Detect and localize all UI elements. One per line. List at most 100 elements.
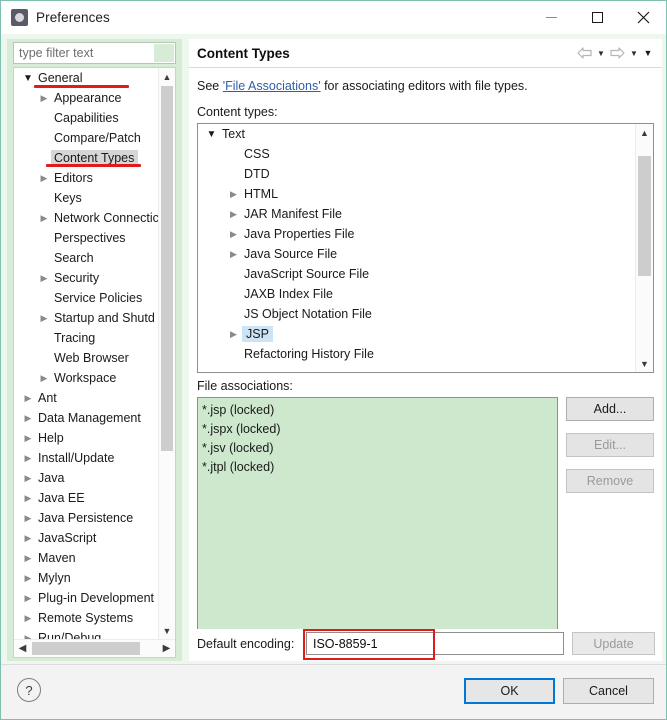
chevron-right-icon[interactable]: ▶ bbox=[20, 513, 36, 524]
filter-input[interactable]: type filter text bbox=[13, 42, 176, 64]
preferences-tree[interactable]: ▼ General ▶ Appearance Capabilities Compare/P… bbox=[13, 67, 176, 658]
sidebar-item-ant[interactable]: ▶ Ant bbox=[14, 388, 159, 408]
file-association-item[interactable]: *.jtpl (locked) bbox=[202, 458, 557, 477]
sidebar-item-capabilities[interactable]: Capabilities bbox=[14, 108, 159, 128]
chevron-right-icon[interactable]: ▶ bbox=[36, 313, 52, 324]
sidebar-horizontal-scrollbar[interactable]: ◀ ▶ bbox=[14, 639, 175, 657]
sidebar-item-plug-in-development[interactable]: ▶ Plug-in Development bbox=[14, 588, 159, 608]
forward-arrow-icon[interactable] bbox=[609, 44, 626, 62]
scroll-down-icon[interactable]: ▼ bbox=[636, 355, 653, 372]
sidebar-item-network-connectic[interactable]: ▶ Network Connectic bbox=[14, 208, 159, 228]
chevron-right-icon[interactable]: ▶ bbox=[20, 453, 36, 464]
hscrollbar-thumb[interactable] bbox=[32, 642, 140, 655]
chevron-right-icon[interactable]: ▶ bbox=[225, 209, 242, 220]
content-type-row[interactable]: DTD bbox=[198, 164, 636, 184]
chevron-right-icon[interactable]: ▶ bbox=[20, 533, 36, 544]
sidebar-item-install-update[interactable]: ▶ Install/Update bbox=[14, 448, 159, 468]
sidebar-item-tracing[interactable]: Tracing bbox=[14, 328, 159, 348]
sidebar-item-search[interactable]: Search bbox=[14, 248, 159, 268]
chevron-right-icon[interactable]: ▶ bbox=[36, 273, 52, 284]
content-type-row[interactable]: JAXB Index File bbox=[198, 284, 636, 304]
sidebar-item-perspectives[interactable]: Perspectives bbox=[14, 228, 159, 248]
sidebar-item-web-browser[interactable]: Web Browser bbox=[14, 348, 159, 368]
content-type-row[interactable]: Refactoring History File bbox=[198, 344, 636, 364]
content-types-scrollbar[interactable]: ▲ ▼ bbox=[635, 124, 653, 372]
close-button[interactable] bbox=[620, 1, 666, 34]
scroll-up-icon[interactable]: ▲ bbox=[636, 124, 653, 141]
scrollbar-thumb[interactable] bbox=[638, 156, 651, 276]
back-arrow-icon[interactable] bbox=[576, 44, 593, 62]
sidebar-item-help[interactable]: ▶ Help bbox=[14, 428, 159, 448]
sidebar-item-general[interactable]: ▼ General bbox=[14, 68, 159, 88]
ok-button[interactable]: OK bbox=[464, 678, 555, 704]
minimize-button[interactable] bbox=[528, 1, 574, 34]
sidebar-item-run-debug[interactable]: ▶ Run/Debug bbox=[14, 628, 159, 639]
file-association-item[interactable]: *.jsp (locked) bbox=[202, 401, 557, 420]
file-association-item[interactable]: *.jsv (locked) bbox=[202, 439, 557, 458]
sidebar-item-content-types[interactable]: Content Types bbox=[14, 148, 159, 168]
chevron-right-icon[interactable]: ▶ bbox=[20, 473, 36, 484]
content-type-row[interactable]: JS Object Notation File bbox=[198, 304, 636, 324]
content-type-row[interactable]: CSS bbox=[198, 144, 636, 164]
question-mark-icon[interactable]: ? bbox=[17, 678, 41, 702]
content-type-row[interactable]: JavaScript Source File bbox=[198, 264, 636, 284]
chevron-right-icon[interactable]: ▶ bbox=[225, 189, 242, 200]
sidebar-item-service-policies[interactable]: Service Policies bbox=[14, 288, 159, 308]
sidebar-item-java-persistence[interactable]: ▶ Java Persistence bbox=[14, 508, 159, 528]
content-type-row[interactable]: ▼ Text bbox=[198, 124, 636, 144]
chevron-right-icon[interactable]: ▶ bbox=[36, 373, 52, 384]
scroll-down-icon[interactable]: ▼ bbox=[159, 622, 175, 639]
content-type-row[interactable]: ▶ Java Source File bbox=[198, 244, 636, 264]
sidebar-item-java-ee[interactable]: ▶ Java EE bbox=[14, 488, 159, 508]
page-menu-chevron-down-icon[interactable]: ▼ bbox=[642, 44, 654, 62]
file-association-item[interactable]: *.jspx (locked) bbox=[202, 420, 557, 439]
sidebar-item-workspace[interactable]: ▶ Workspace bbox=[14, 368, 159, 388]
sidebar-item-remote-systems[interactable]: ▶ Remote Systems bbox=[14, 608, 159, 628]
chevron-right-icon[interactable]: ▶ bbox=[20, 553, 36, 564]
content-type-row[interactable]: ▶ JSP bbox=[198, 324, 636, 344]
file-associations-list[interactable]: *.jsp (locked) *.jspx (locked) *.jsv (lock… bbox=[197, 397, 558, 651]
sidebar-item-javascript[interactable]: ▶ JavaScript bbox=[14, 528, 159, 548]
scroll-up-icon[interactable]: ▲ bbox=[159, 68, 175, 85]
sidebar-item-keys[interactable]: Keys bbox=[14, 188, 159, 208]
filter-clear-icon[interactable] bbox=[154, 44, 174, 62]
content-type-row[interactable]: ▶ JAR Manifest File bbox=[198, 204, 636, 224]
file-associations-link[interactable]: 'File Associations' bbox=[223, 79, 321, 93]
default-encoding-input[interactable]: ISO-8859-1 bbox=[306, 632, 564, 655]
sidebar-item-startup-and-shutd[interactable]: ▶ Startup and Shutd bbox=[14, 308, 159, 328]
scrollbar-thumb[interactable] bbox=[161, 86, 173, 451]
sidebar-item-compare-patch[interactable]: Compare/Patch bbox=[14, 128, 159, 148]
chevron-right-icon[interactable]: ▶ bbox=[20, 613, 36, 624]
add-button[interactable]: Add... bbox=[566, 397, 654, 421]
chevron-right-icon[interactable]: ▶ bbox=[20, 493, 36, 504]
sidebar-item-security[interactable]: ▶ Security bbox=[14, 268, 159, 288]
chevron-right-icon[interactable]: ▶ bbox=[36, 93, 52, 104]
content-type-row[interactable]: ▶ HTML bbox=[198, 184, 636, 204]
chevron-right-icon[interactable]: ▶ bbox=[36, 173, 52, 184]
chevron-right-icon[interactable]: ▶ bbox=[225, 229, 242, 240]
cancel-button[interactable]: Cancel bbox=[563, 678, 654, 704]
scroll-right-icon[interactable]: ▶ bbox=[158, 640, 175, 657]
content-types-tree[interactable]: ▼ Text CSS DTD ▶ HTML ▶ JAR Manifest File ▶ Java … bbox=[197, 123, 654, 373]
content-type-row[interactable]: ▶ Java Properties File bbox=[198, 224, 636, 244]
chevron-down-icon[interactable]: ▼ bbox=[203, 129, 220, 140]
chevron-right-icon[interactable]: ▶ bbox=[36, 213, 52, 224]
maximize-button[interactable] bbox=[574, 1, 620, 34]
chevron-right-icon[interactable]: ▶ bbox=[20, 433, 36, 444]
chevron-right-icon[interactable]: ▶ bbox=[20, 573, 36, 584]
sidebar-item-mylyn[interactable]: ▶ Mylyn bbox=[14, 568, 159, 588]
back-menu-chevron-down-icon[interactable]: ▼ bbox=[595, 44, 607, 62]
sidebar-vertical-scrollbar[interactable]: ▲ ▼ bbox=[158, 68, 175, 639]
sidebar-item-appearance[interactable]: ▶ Appearance bbox=[14, 88, 159, 108]
chevron-down-icon[interactable]: ▼ bbox=[20, 73, 36, 84]
chevron-right-icon[interactable]: ▶ bbox=[20, 393, 36, 404]
scroll-left-icon[interactable]: ◀ bbox=[14, 640, 31, 657]
sidebar-item-editors[interactable]: ▶ Editors bbox=[14, 168, 159, 188]
forward-menu-chevron-down-icon[interactable]: ▼ bbox=[628, 44, 640, 62]
chevron-right-icon[interactable]: ▶ bbox=[225, 329, 242, 340]
chevron-right-icon[interactable]: ▶ bbox=[225, 249, 242, 260]
sidebar-item-data-management[interactable]: ▶ Data Management bbox=[14, 408, 159, 428]
sidebar-item-java[interactable]: ▶ Java bbox=[14, 468, 159, 488]
chevron-right-icon[interactable]: ▶ bbox=[20, 413, 36, 424]
chevron-right-icon[interactable]: ▶ bbox=[20, 593, 36, 604]
